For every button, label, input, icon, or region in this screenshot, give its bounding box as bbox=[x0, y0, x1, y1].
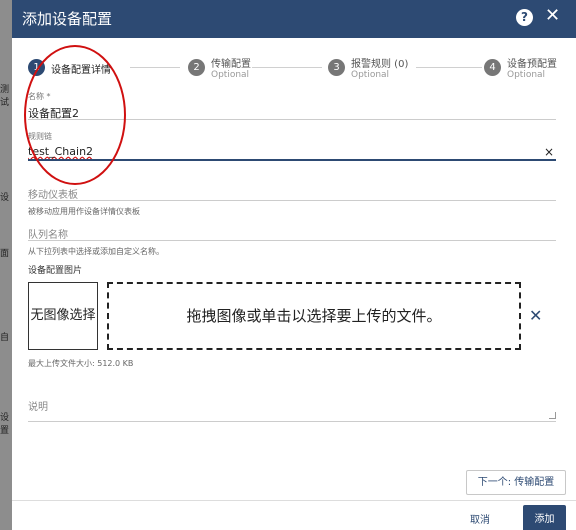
description-field[interactable]: 说明 bbox=[28, 398, 556, 422]
clear-rule-chain-icon[interactable]: × bbox=[544, 145, 554, 159]
annotation-circle bbox=[24, 45, 126, 185]
queue-placeholder: 队列名称 bbox=[28, 230, 68, 241]
add-button[interactable]: 添加 bbox=[523, 505, 566, 530]
step-connector bbox=[416, 67, 482, 68]
dialog-titlebar: 添加设备配置 ? ✕ bbox=[12, 0, 576, 38]
step-connector bbox=[130, 67, 180, 68]
step-label: 传输配置 bbox=[211, 59, 251, 70]
description-underline bbox=[28, 421, 556, 422]
step-number: 2 bbox=[188, 59, 205, 76]
background-label: 测试 bbox=[0, 85, 10, 108]
queue-underline bbox=[28, 240, 556, 241]
background-label: 面 bbox=[0, 249, 10, 259]
cancel-button[interactable]: 取消 bbox=[470, 511, 490, 526]
help-icon[interactable]: ? bbox=[516, 9, 533, 26]
mobile-dashboard-field[interactable]: 移动仪表板 bbox=[28, 186, 556, 202]
add-device-profile-dialog: 添加设备配置 ? ✕ 1 设备配置详情 2 传输配置 Optional 3 报警… bbox=[12, 0, 576, 530]
mobile-dashboard-hint: 被移动应用用作设备详情仪表板 bbox=[28, 207, 140, 216]
image-preview: 无图像选择 bbox=[28, 282, 98, 350]
step-label: 报警规则 (0) bbox=[351, 59, 409, 70]
description-placeholder: 说明 bbox=[28, 402, 48, 413]
background-label: 自 bbox=[0, 333, 10, 343]
image-dropzone[interactable]: 拖拽图像或单击以选择要上传的文件。 bbox=[107, 282, 521, 350]
next-button[interactable]: 下一个: 传输配置 bbox=[466, 470, 566, 495]
step-number: 3 bbox=[328, 59, 345, 76]
step-optional: Optional bbox=[351, 70, 390, 80]
step-optional: Optional bbox=[211, 70, 250, 80]
footer-divider bbox=[12, 500, 576, 501]
clear-image-icon[interactable]: ✕ bbox=[529, 306, 542, 325]
close-icon[interactable]: ✕ bbox=[545, 6, 560, 26]
max-size-hint: 最大上传文件大小: 512.0 KB bbox=[28, 359, 134, 368]
resize-handle-icon[interactable] bbox=[549, 412, 556, 419]
step-connector bbox=[252, 67, 322, 68]
mobile-dashboard-placeholder: 移动仪表板 bbox=[28, 190, 78, 201]
mobile-dashboard-underline bbox=[28, 200, 556, 201]
background-page: 测试 设 面 自 设置 bbox=[0, 0, 12, 530]
background-label: 设置 bbox=[0, 413, 10, 436]
image-label: 设备配置图片 bbox=[28, 266, 83, 276]
background-label: 设 bbox=[0, 193, 10, 203]
queue-field[interactable]: 队列名称 bbox=[28, 226, 556, 242]
queue-hint: 从下拉列表中选择或添加自定义名称。 bbox=[28, 247, 164, 256]
step-label: 设备预配置 bbox=[507, 59, 557, 70]
dialog-title: 添加设备配置 bbox=[22, 10, 113, 28]
step-optional: Optional bbox=[507, 70, 546, 80]
step-number: 4 bbox=[484, 59, 501, 76]
